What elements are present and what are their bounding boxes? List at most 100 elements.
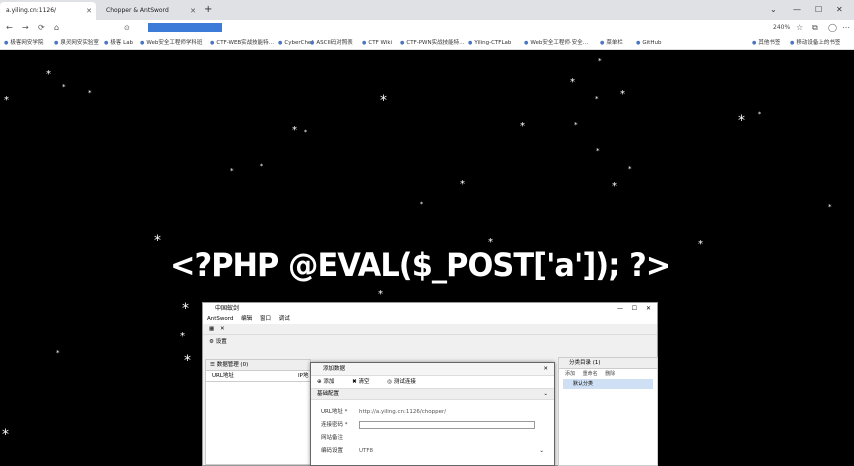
star-decoration: *	[380, 93, 387, 109]
new-tab-button[interactable]: +	[204, 2, 212, 18]
bookmark-star-icon[interactable]: ☆	[796, 20, 803, 36]
ip-column-header[interactable]: IP地	[298, 371, 308, 381]
forward-icon[interactable]: →	[22, 20, 29, 36]
profile-icon[interactable]: ◯	[828, 20, 837, 36]
bookmark-item[interactable]: ASCII码对照表	[310, 36, 352, 50]
star-decoration: *	[698, 239, 703, 250]
grid-icon[interactable]: ▦	[209, 326, 214, 332]
bookmark-item[interactable]: Web安全工程师·安全…	[524, 36, 588, 50]
star-decoration: *	[570, 77, 575, 88]
bookmark-item[interactable]: CyberChef	[278, 36, 313, 50]
minimize-button[interactable]: —	[617, 303, 623, 314]
menu-edit[interactable]: 编辑	[241, 316, 252, 322]
bookmark-item[interactable]: Web安全工程师学科班	[140, 36, 202, 50]
close-button[interactable]: ✕	[646, 303, 651, 314]
star-decoration: *	[612, 181, 617, 192]
chevron-down-icon[interactable]: ⌄	[539, 445, 544, 458]
maximize-button[interactable]: ☐	[815, 0, 822, 20]
note-field-row: 网站备注	[311, 432, 554, 445]
home-icon[interactable]: ⌂	[54, 20, 59, 36]
category-toolbar: 添加 重命名 删除	[559, 369, 657, 379]
url-input-selected[interactable]	[148, 23, 222, 32]
star-decoration: *	[574, 121, 578, 129]
tab-list-icon[interactable]: ⌄	[770, 0, 777, 20]
reload-icon[interactable]: ⟳	[38, 20, 45, 36]
star-decoration: *	[62, 83, 66, 91]
menu-window[interactable]: 窗口	[260, 316, 271, 322]
minimize-button[interactable]: —	[793, 0, 801, 20]
test-connection-label: 测试连接	[393, 379, 416, 385]
bookmark-item[interactable]: CTF-WEB实战技能特…	[210, 36, 274, 50]
data-panel: ☰ 数据管理 (0) URL地址 IP地	[205, 359, 311, 465]
star-decoration: *	[180, 331, 185, 342]
add-button[interactable]: ⊕ 添加	[317, 379, 342, 385]
star-decoration: *	[230, 167, 234, 175]
window-title: 中国蚁剑	[215, 305, 240, 312]
list-icon: ☰	[210, 362, 215, 368]
clear-button[interactable]: ✖ 清空	[352, 379, 377, 385]
star-decoration: *	[46, 69, 51, 80]
dialog-title: 添加数据	[323, 366, 346, 372]
security-icon[interactable]: ⊙	[124, 20, 130, 36]
bookmark-item[interactable]: 极客 Lab	[104, 36, 133, 50]
test-connection-button[interactable]: ◎ 测试连接	[387, 379, 424, 385]
bookmark-item[interactable]: 菜单栏	[600, 36, 623, 50]
close-icon[interactable]: ✕	[220, 326, 225, 332]
category-panel: 分类目录 (1) 添加 重命名 删除 默认分类	[558, 357, 658, 466]
star-decoration: *	[628, 165, 632, 173]
note-field-label: 网站备注	[321, 435, 344, 441]
bookmark-item[interactable]: CTF-PWN实战技能特…	[400, 36, 464, 50]
star-decoration: *	[595, 95, 599, 103]
star-decoration: *	[292, 125, 297, 136]
menu-antsword[interactable]: AntSword	[207, 316, 233, 322]
bookmark-item[interactable]: CTF Wiki	[362, 36, 392, 50]
bookmark-item[interactable]: 极客网安学院	[4, 36, 43, 50]
star-decoration: *	[420, 201, 423, 208]
star-decoration: *	[828, 203, 832, 211]
zoom-level[interactable]: 240%	[773, 20, 790, 36]
close-button[interactable]: ✕	[543, 363, 548, 375]
category-item[interactable]: 默认分类	[563, 379, 653, 389]
category-panel-header: 分类目录 (1)	[559, 358, 657, 369]
menu-icon[interactable]: ⋯	[842, 20, 850, 36]
maximize-button[interactable]: ☐	[632, 303, 637, 314]
close-icon[interactable]: ✕	[190, 2, 196, 20]
menu-debug[interactable]: 调试	[279, 316, 290, 322]
back-icon[interactable]: ←	[6, 20, 13, 36]
bookmark-item[interactable]: Yiling-CTFLab	[468, 36, 511, 50]
star-decoration: *	[460, 179, 465, 190]
extensions-icon[interactable]: ⧉	[812, 20, 818, 36]
clear-label: 清空	[358, 379, 370, 385]
password-field[interactable]	[359, 421, 535, 429]
category-panel-title: 分类目录 (1)	[569, 360, 601, 366]
settings-label[interactable]: 设置	[216, 339, 227, 345]
chevron-down-icon[interactable]: ⌄	[543, 389, 548, 399]
data-panel-title: 数据管理 (0)	[216, 362, 249, 368]
tab-active[interactable]: a.yiling.cn:1126/ ✕	[0, 2, 96, 20]
encoding-field-label: 编码设置	[321, 448, 344, 454]
add-label: 添加	[323, 379, 335, 385]
bookmark-item[interactable]: 泉灵网安实验室	[54, 36, 99, 50]
url-field[interactable]: http://a.yiling.cn:1126/chopper/	[359, 406, 446, 419]
app-toolbar: ▦ ✕	[203, 324, 657, 335]
tab-chopper[interactable]: Chopper & AntSword ✕	[100, 2, 200, 20]
settings-icon[interactable]: ⚙	[209, 339, 214, 345]
bookmark-folder[interactable]: 其他书签	[752, 36, 780, 50]
column-header: URL地址 IP地	[206, 371, 310, 382]
star-decoration: *	[260, 163, 263, 170]
rename-category-button[interactable]: 重命名	[583, 371, 598, 377]
delete-category-button[interactable]: 删除	[605, 371, 615, 377]
tab-label: a.yiling.cn:1126/	[6, 7, 57, 14]
star-decoration: *	[56, 349, 60, 357]
basic-config-section[interactable]: 基础配置 ⌄	[311, 388, 554, 400]
bookmark-folder[interactable]: 移动设备上的书签	[790, 36, 840, 50]
add-data-dialog: 添加数据 ✕ ⊕ 添加 ✖ 清空 ◎ 测试连接 基础配置 ⌄ URL地址 * h…	[310, 362, 555, 466]
close-window-button[interactable]: ✕	[836, 0, 843, 20]
url-column-header[interactable]: URL地址	[212, 373, 234, 379]
star-decoration: *	[738, 113, 745, 129]
add-category-button[interactable]: 添加	[565, 371, 575, 377]
data-panel-header: ☰ 数据管理 (0)	[206, 360, 310, 371]
bookmark-item[interactable]: GitHub	[636, 36, 661, 50]
encoding-select[interactable]: UTF8	[359, 445, 373, 458]
close-icon[interactable]: ✕	[86, 2, 92, 20]
